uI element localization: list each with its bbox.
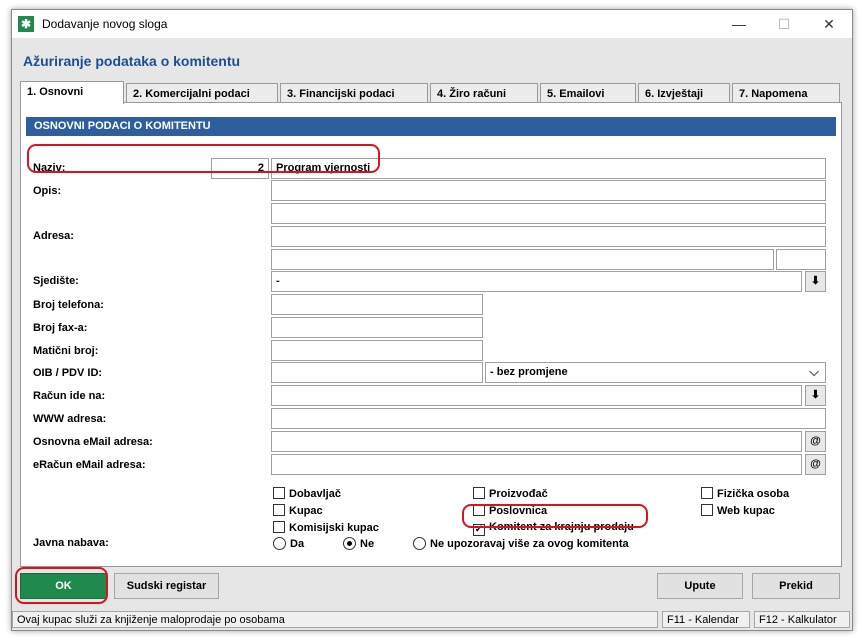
eracun-email-button[interactable]: @ <box>805 454 826 475</box>
minimize-button[interactable]: — <box>716 10 762 38</box>
eracun-label: eRačun eMail adresa: <box>33 459 146 471</box>
oib-select[interactable]: - bez promjene ⌵ <box>485 362 826 383</box>
status-bar: Ovaj kupac služi za knjiženje maloprodaj… <box>12 609 852 630</box>
checkbox-box <box>701 487 713 499</box>
racun-label: Račun ide na: <box>33 390 106 402</box>
checkbox-label: Fizička osoba <box>717 488 790 500</box>
at-icon: @ <box>810 458 821 470</box>
checkbox-label: Dobavljač <box>289 488 341 500</box>
radio-dot <box>413 537 426 550</box>
status-f11: F11 - Kalendar <box>662 611 750 628</box>
window-title: Dodavanje novog sloga <box>42 17 168 31</box>
radio-dot-selected <box>343 537 356 550</box>
download-icon: ⬇ <box>810 275 821 287</box>
checkbox-label: Web kupac <box>717 505 775 517</box>
eracun-field[interactable] <box>271 454 802 475</box>
close-button[interactable]: ✕ <box>806 10 852 38</box>
tab-emailovi[interactable]: 5. Emailovi <box>540 83 636 103</box>
javna-nabava-label: Javna nabava: <box>33 537 109 549</box>
radio-label: Da <box>290 538 305 550</box>
checkbox-label: Poslovnica <box>489 505 548 517</box>
status-message: Ovaj kupac služi za knjiženje maloprodaj… <box>12 611 658 628</box>
checkbox-proizvodac[interactable]: Proizvođač <box>473 487 548 500</box>
checkbox-box <box>273 487 285 499</box>
radio-label: Ne upozoravaj više za ovog komitenta <box>430 538 629 550</box>
racun-lookup-button[interactable]: ⬇ <box>805 385 826 406</box>
checkbox-label: Kupac <box>289 505 323 517</box>
tab-osnovni[interactable]: 1. Osnovni <box>20 81 124 104</box>
maximize-button[interactable]: ☐ <box>761 10 807 38</box>
telefon-label: Broj telefona: <box>33 299 104 311</box>
checkbox-poslovnica[interactable]: Poslovnica <box>473 504 547 517</box>
ok-button[interactable]: OK <box>20 573 107 599</box>
opis-label: Opis: <box>33 185 62 197</box>
tab-bar: 1. Osnovni 2. Komercijalni podaci 3. Fin… <box>20 81 840 104</box>
checkbox-box <box>273 504 285 516</box>
checkbox-fizicka-osoba[interactable]: Fizička osoba <box>701 487 789 500</box>
naziv-code-field[interactable]: 2 <box>211 158 269 179</box>
checkbox-label: Komitent za krajnju prodaju <box>489 521 634 533</box>
checkbox-kupac[interactable]: Kupac <box>273 504 323 517</box>
racun-field[interactable] <box>271 385 802 406</box>
fax-label: Broj fax-a: <box>33 322 88 334</box>
telefon-field[interactable] <box>271 294 483 315</box>
checkbox-box <box>701 504 713 516</box>
dialog-window: ✱ Dodavanje novog sloga — ☐ ✕ Ažuriranje… <box>11 9 853 631</box>
adresa-field-2[interactable] <box>271 249 774 270</box>
title-bar: ✱ Dodavanje novog sloga — ☐ ✕ <box>12 10 852 38</box>
sjediste-label: Sjedište: <box>33 275 79 287</box>
download-icon: ⬇ <box>810 389 821 401</box>
check-icon: ✓ <box>473 524 485 536</box>
sjediste-lookup-button[interactable]: ⬇ <box>805 271 826 292</box>
chevron-down-icon: ⌵ <box>809 364 819 379</box>
checkbox-box <box>273 521 285 533</box>
adresa-field[interactable] <box>271 226 826 247</box>
status-f12: F12 - Kalkulator <box>754 611 850 628</box>
email-button[interactable]: @ <box>805 431 826 452</box>
at-icon: @ <box>810 435 821 447</box>
naziv-field[interactable]: Program vjernosti <box>271 158 826 179</box>
www-field[interactable] <box>271 408 826 429</box>
radio-ne-upozoravaj[interactable]: Ne upozoravaj više za ovog komitenta <box>413 537 629 550</box>
tab-panel-osnovni: OSNOVNI PODACI O KOMITENTU Naziv: 2 Prog… <box>20 102 842 567</box>
adresa-label: Adresa: <box>33 230 74 242</box>
email-field[interactable] <box>271 431 802 452</box>
maticni-label: Matični broj: <box>33 345 99 357</box>
checkbox-komisijski-kupac[interactable]: Komisijski kupac <box>273 521 379 534</box>
oib-label: OIB / PDV ID: <box>33 367 103 379</box>
tab-komercijalni-podaci[interactable]: 2. Komercijalni podaci <box>126 83 278 103</box>
maticni-field[interactable] <box>271 340 483 361</box>
radio-label: Ne <box>360 538 375 550</box>
oib-field[interactable] <box>271 362 483 383</box>
checkbox-label: Komisijski kupac <box>289 522 379 534</box>
section-header: OSNOVNI PODACI O KOMITENTU <box>26 117 836 136</box>
www-label: WWW adresa: <box>33 413 107 425</box>
checkbox-box <box>473 504 485 516</box>
sjediste-field[interactable]: - <box>271 271 802 292</box>
adresa-field-3[interactable] <box>776 249 826 270</box>
page-title: Ažuriranje podataka o komitentu <box>23 53 241 69</box>
checkbox-dobavljac[interactable]: Dobavljač <box>273 487 341 500</box>
upute-button[interactable]: Upute <box>657 573 743 599</box>
radio-ne[interactable]: Ne <box>343 537 374 550</box>
tab-ziro-racuni[interactable]: 4. Žiro računi <box>430 83 538 103</box>
checkbox-komitent-krajnja-prodaja[interactable]: ✓ Komitent za krajnju prodaju <box>473 521 634 536</box>
tab-izvjestaji[interactable]: 6. Izvještaji <box>638 83 730 103</box>
radio-da[interactable]: Da <box>273 537 304 550</box>
radio-dot <box>273 537 286 550</box>
email-label: Osnovna eMail adresa: <box>33 436 153 448</box>
checkbox-web-kupac[interactable]: Web kupac <box>701 504 775 517</box>
fax-field[interactable] <box>271 317 483 338</box>
app-icon: ✱ <box>18 16 34 32</box>
opis-field-2[interactable] <box>271 203 826 224</box>
oib-select-value: - bez promjene <box>490 366 568 378</box>
tab-financijski-podaci[interactable]: 3. Financijski podaci <box>280 83 428 103</box>
sudski-registar-button[interactable]: Sudski registar <box>114 573 219 599</box>
opis-field-1[interactable] <box>271 180 826 201</box>
tab-napomena[interactable]: 7. Napomena <box>732 83 840 103</box>
checkbox-label: Proizvođač <box>489 488 548 500</box>
prekid-button[interactable]: Prekid <box>752 573 840 599</box>
naziv-label: Naziv: <box>33 162 66 174</box>
checkbox-box <box>473 487 485 499</box>
